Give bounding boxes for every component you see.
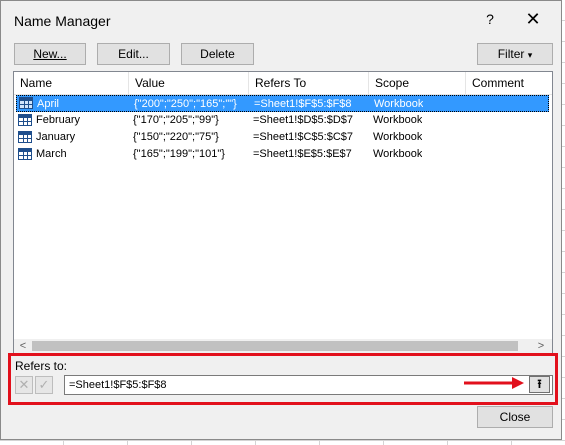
list-item[interactable]: March {"165";"199";"101"} =Sheet1!$E$5:$… xyxy=(14,146,552,163)
row-name: January xyxy=(36,131,76,143)
row-value: {"150";"220";"75"} xyxy=(133,131,219,143)
edit-button[interactable]: Edit... xyxy=(97,43,170,65)
row-name: March xyxy=(36,148,67,160)
scroll-right-arrow-icon[interactable]: > xyxy=(534,339,548,353)
filter-button-label: Filter xyxy=(497,47,525,61)
scroll-left-arrow-icon[interactable]: < xyxy=(16,339,30,353)
close-icon[interactable]: ✕ xyxy=(523,9,543,30)
names-list[interactable]: Name Value Refers To Scope Comment April… xyxy=(13,71,553,354)
help-button[interactable]: ? xyxy=(482,11,498,27)
column-header-value[interactable]: Value xyxy=(129,72,249,94)
scrollbar-thumb[interactable] xyxy=(32,341,518,351)
filter-button[interactable]: Filter ▾ xyxy=(477,43,553,65)
arrow-right-icon xyxy=(464,377,524,389)
row-scope: Workbook xyxy=(373,148,423,160)
column-header-comment[interactable]: Comment xyxy=(466,72,552,94)
new-button[interactable]: New... xyxy=(14,43,86,65)
delete-button-label: Delete xyxy=(200,47,235,61)
column-header-refers-to[interactable]: Refers To xyxy=(249,72,369,94)
new-button-label: New... xyxy=(33,47,67,61)
list-item[interactable]: April {"200";"250";"165";""} =Sheet1!$F$… xyxy=(16,95,549,112)
row-refers-to: =Sheet1!$C$5:$C$7 xyxy=(253,131,353,143)
row-value: {"165";"199";"101"} xyxy=(133,148,225,160)
close-button[interactable]: Close xyxy=(477,406,553,428)
row-scope: Workbook xyxy=(373,114,423,126)
row-refers-to: =Sheet1!$E$5:$E$7 xyxy=(253,148,352,160)
row-refers-to: =Sheet1!$F$5:$F$8 xyxy=(254,98,352,110)
named-range-icon xyxy=(18,148,32,160)
list-header: Name Value Refers To Scope Comment xyxy=(14,72,552,95)
row-name: February xyxy=(36,114,81,126)
column-header-name[interactable]: Name xyxy=(14,72,129,94)
edit-button-label: Edit... xyxy=(118,47,149,61)
named-range-icon xyxy=(18,114,32,126)
row-scope: Workbook xyxy=(374,98,424,110)
column-header-scope[interactable]: Scope xyxy=(369,72,466,94)
named-range-icon xyxy=(19,97,33,109)
list-item[interactable]: February {"170";"205";"99"} =Sheet1!$D$5… xyxy=(14,112,552,129)
row-refers-to: =Sheet1!$D$5:$D$7 xyxy=(253,114,353,126)
horizontal-scrollbar[interactable]: < > xyxy=(14,339,552,353)
dialog-title: Name Manager xyxy=(14,13,111,29)
row-value: {"200";"250";"165";""} xyxy=(134,98,237,110)
row-scope: Workbook xyxy=(373,131,423,143)
delete-button[interactable]: Delete xyxy=(181,43,254,65)
row-value: {"170";"205";"99"} xyxy=(133,114,219,126)
close-button-label: Close xyxy=(499,410,531,424)
row-name: April xyxy=(37,98,60,110)
list-item[interactable]: January {"150";"220";"75"} =Sheet1!$C$5:… xyxy=(14,129,552,146)
named-range-icon xyxy=(18,131,32,143)
chevron-down-icon: ▾ xyxy=(527,50,533,60)
